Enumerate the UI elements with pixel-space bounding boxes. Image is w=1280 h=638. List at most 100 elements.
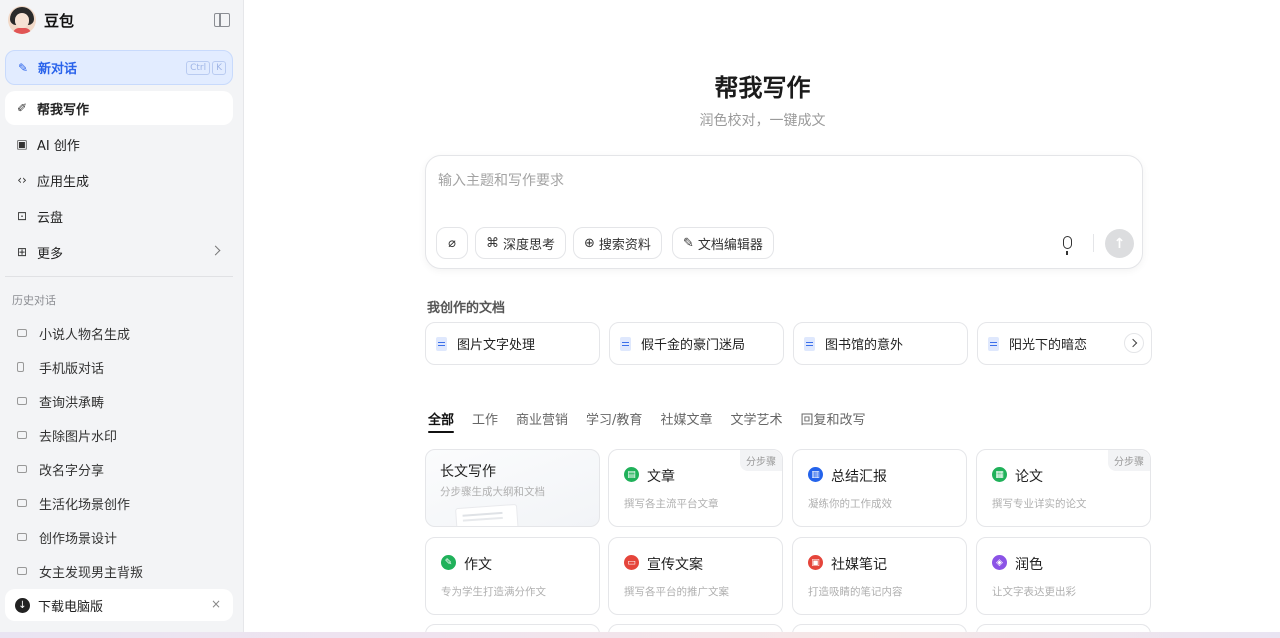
chat-icon	[17, 397, 27, 405]
doc-card[interactable]: 图书馆的意外	[793, 322, 968, 365]
pencil-icon: ✎	[441, 555, 456, 570]
composer-input[interactable]: 输入主题和写作要求	[438, 170, 564, 190]
new-chat-button[interactable]: ✎ 新对话 Ctrl K	[5, 50, 233, 85]
history-item-label: 小说人物名生成	[39, 327, 131, 343]
card-desc: 撰写各平台的推广文案	[624, 586, 729, 598]
history-item[interactable]: 小说人物名生成	[5, 318, 233, 348]
card-summary-report[interactable]: ▥ 总结汇报 凝练你的工作成效	[792, 449, 967, 527]
tab-reply-rewrite[interactable]: 回复和改写	[800, 409, 865, 435]
chevron-right-icon[interactable]	[1124, 333, 1144, 353]
doc-card-label: 图书馆的意外	[825, 338, 904, 353]
code-icon: ‹›	[17, 173, 27, 187]
history-item-label: 查询洪承畴	[39, 395, 105, 411]
microphone-icon[interactable]	[1063, 236, 1072, 255]
edit-doc-icon: ✎	[683, 235, 694, 251]
document-icon	[988, 336, 999, 351]
history-item[interactable]: 生活化场景创作	[5, 488, 233, 518]
card-title: 作文	[464, 557, 492, 573]
sidebar-item-app-gen[interactable]: ‹› 应用生成	[5, 163, 233, 197]
history-item[interactable]: 查询洪承畴	[5, 386, 233, 416]
history-item-label: 手机版对话	[39, 361, 105, 377]
paperclip-icon: ⌀	[448, 235, 456, 251]
divider	[5, 276, 233, 277]
report-icon: ▥	[808, 467, 823, 482]
step-badge: 分步骤	[1108, 450, 1150, 471]
download-desktop-button[interactable]: ↓ 下载电脑版 ×	[5, 589, 233, 621]
card-title: 总结汇报	[831, 469, 887, 485]
brand: 豆包	[8, 4, 236, 36]
tab-work[interactable]: 工作	[472, 409, 498, 435]
send-button[interactable]: ↑	[1105, 229, 1134, 258]
step-badge: 分步骤	[740, 450, 782, 471]
divider	[1093, 234, 1094, 252]
card-title: 社媒笔记	[831, 557, 887, 573]
chat-icon	[17, 533, 27, 541]
card-desc: 专为学生打造满分作文	[441, 586, 546, 598]
tab-literature[interactable]: 文学艺术	[730, 409, 782, 435]
sidebar: 豆包 ✎ 新对话 Ctrl K ✐ 帮我写作 ▣ AI 创作 ‹› 应用生成 ⊡…	[0, 0, 244, 638]
globe-icon: ⊕	[584, 235, 595, 251]
document-icon	[436, 336, 447, 351]
sidebar-item-cloud[interactable]: ⊡ 云盘	[5, 199, 233, 233]
tool-label: 深度思考	[503, 237, 556, 253]
history-item-label: 女主发现男主背叛	[39, 565, 144, 581]
card-essay[interactable]: ✎ 作文 专为学生打造满分作文	[425, 537, 600, 615]
card-title: 宣传文案	[647, 557, 703, 573]
document-icon	[804, 336, 815, 351]
card-title: 润色	[1015, 557, 1043, 573]
atom-icon: ⌘	[486, 235, 499, 251]
tab-education[interactable]: 学习/教育	[586, 409, 642, 435]
deep-think-button[interactable]: ⌘ 深度思考	[475, 227, 567, 259]
card-title: 论文	[1015, 469, 1043, 485]
bottom-gradient-bar	[0, 632, 1280, 638]
doc-card[interactable]: 图片文字处理	[425, 322, 600, 365]
megaphone-icon: ▭	[624, 555, 639, 570]
bar-chart-icon: ▦	[992, 467, 1007, 482]
history-item[interactable]: 改名字分享	[5, 454, 233, 484]
tab-marketing[interactable]: 商业营销	[516, 409, 568, 435]
tab-all[interactable]: 全部	[428, 409, 455, 435]
search-button[interactable]: ⊕ 搜索资料	[573, 227, 662, 259]
sidebar-item-writing[interactable]: ✐ 帮我写作	[5, 91, 233, 125]
card-desc: 撰写各主流平台文章	[624, 498, 719, 510]
card-desc: 分步骤生成大纲和文档	[440, 486, 545, 498]
pen-sparkle-icon: ✐	[16, 101, 28, 115]
card-paper[interactable]: ▦ 论文 撰写专业详实的论文 分步骤	[976, 449, 1151, 527]
sidebar-item-label: 更多	[37, 246, 64, 262]
tab-social[interactable]: 社媒文章	[660, 409, 712, 435]
history-item[interactable]: 手机版对话	[5, 352, 233, 382]
card-social-notes[interactable]: ▣ 社媒笔记 打造吸睛的笔记内容	[792, 537, 967, 615]
sidebar-item-label: 帮我写作	[37, 102, 90, 118]
chat-icon	[17, 431, 27, 439]
close-icon[interactable]: ×	[211, 597, 221, 611]
card-desc: 打造吸睛的笔记内容	[808, 586, 903, 598]
category-tabs: 全部 工作 商业营销 学习/教育 社媒文章 文学艺术 回复和改写	[428, 409, 883, 435]
doc-card-label: 假千金的豪门迷局	[641, 338, 746, 353]
card-long-writing[interactable]: 长文写作 分步骤生成大纲和文档	[425, 449, 600, 527]
history-item[interactable]: 女主发现男主背叛	[5, 556, 233, 586]
doc-card-label: 阳光下的暗恋	[1009, 338, 1088, 353]
app-name: 豆包	[44, 11, 75, 30]
grid-icon: ⊞	[16, 245, 28, 259]
card-desc: 让文字表达更出彩	[992, 586, 1076, 598]
doc-card[interactable]: 假千金的豪门迷局	[609, 322, 784, 365]
download-label: 下载电脑版	[38, 599, 104, 615]
history-item-label: 改名字分享	[39, 463, 105, 479]
attach-button[interactable]: ⌀	[436, 227, 468, 259]
shortcut-key: Ctrl	[186, 61, 211, 75]
doc-editor-button[interactable]: ✎ 文档编辑器	[672, 227, 774, 259]
history-item-label: 去除图片水印	[39, 429, 118, 445]
card-promo-copy[interactable]: ▭ 宣传文案 撰写各平台的推广文案	[608, 537, 783, 615]
history-item[interactable]: 创作场景设计	[5, 522, 233, 552]
sidebar-item-ai-create[interactable]: ▣ AI 创作	[5, 127, 233, 161]
sidebar-collapse-icon[interactable]	[214, 13, 230, 27]
chat-icon	[17, 567, 27, 575]
sidebar-item-more[interactable]: ⊞ 更多	[5, 235, 233, 269]
card-article[interactable]: ▤ 文章 撰写各主流平台文章 分步骤	[608, 449, 783, 527]
phone-icon	[17, 362, 24, 372]
tool-label: 文档编辑器	[697, 237, 763, 253]
card-polish[interactable]: ◈ 润色 让文字表达更出彩	[976, 537, 1151, 615]
doc-card-label: 图片文字处理	[457, 338, 536, 353]
history-item[interactable]: 去除图片水印	[5, 420, 233, 450]
page-subtitle: 润色校对，一键成文	[699, 113, 826, 129]
